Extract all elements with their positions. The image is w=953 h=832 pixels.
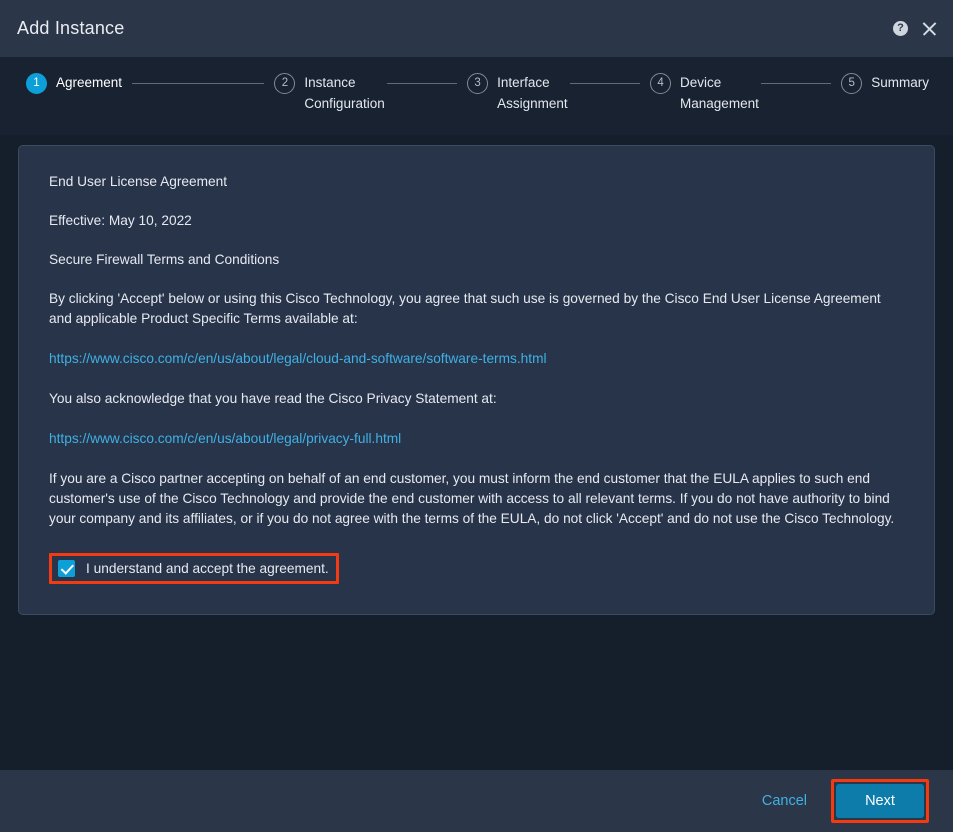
eula-heading: End User License Agreement [49, 174, 228, 189]
next-button[interactable]: Next [836, 784, 924, 818]
dialog-header: Add Instance ? [0, 0, 953, 57]
eula-effective-date: Effective: May 10, 2022 [49, 213, 192, 228]
step-agreement[interactable]: 1 Agreement [26, 72, 122, 94]
dialog-title: Add Instance [17, 18, 125, 38]
wizard-stepper: 1 Agreement 2 Instance Configuration 3 I… [0, 57, 953, 135]
eula-paragraph-3: If you are a Cisco partner accepting on … [49, 471, 895, 526]
step-connector-3 [569, 83, 641, 84]
eula-paragraph-1: By clicking 'Accept' below or using this… [49, 291, 881, 326]
header-actions: ? [893, 0, 939, 57]
next-button-highlight: Next [831, 779, 929, 823]
step-label-summary: Summary [871, 75, 929, 90]
step-label-instance-configuration: Instance Configuration [304, 75, 385, 111]
step-connector-1 [132, 83, 265, 84]
step-summary[interactable]: 5 Summary [841, 72, 929, 94]
step-label-interface-assignment: Interface Assignment [497, 75, 568, 111]
step-instance-configuration[interactable]: 2 Instance Configuration [274, 72, 385, 114]
step-number-5[interactable]: 5 [841, 73, 863, 94]
step-label-device-management: Device Management [680, 75, 759, 111]
step-connector-4 [760, 83, 832, 84]
step-label-agreement: Agreement [56, 75, 123, 90]
cancel-button[interactable]: Cancel [754, 787, 815, 815]
step-connector-2 [386, 83, 458, 84]
step-device-management[interactable]: 4 Device Management [650, 72, 759, 114]
add-instance-dialog: Add Instance ? 1 Agreement 2 Instance Co… [0, 0, 953, 832]
dialog-body: End User License Agreement Effective: Ma… [0, 135, 953, 770]
step-number-2[interactable]: 2 [274, 73, 296, 94]
accept-agreement-checkbox[interactable] [58, 560, 75, 577]
accept-agreement-label[interactable]: I understand and accept the agreement. [86, 561, 329, 576]
step-interface-assignment[interactable]: 3 Interface Assignment [467, 72, 568, 114]
software-terms-link[interactable]: https://www.cisco.com/c/en/us/about/lega… [49, 349, 547, 369]
step-number-4[interactable]: 4 [650, 73, 672, 94]
accept-agreement-row[interactable]: I understand and accept the agreement. [49, 553, 339, 584]
eula-paragraph-2: You also acknowledge that you have read … [49, 391, 497, 406]
step-number-1[interactable]: 1 [26, 73, 47, 94]
privacy-statement-link[interactable]: https://www.cisco.com/c/en/us/about/lega… [49, 429, 401, 449]
eula-terms-title: Secure Firewall Terms and Conditions [49, 252, 280, 267]
step-number-3[interactable]: 3 [467, 73, 489, 94]
help-circle-icon[interactable]: ? [893, 21, 908, 36]
close-icon[interactable] [919, 19, 939, 39]
eula-card: End User License Agreement Effective: Ma… [18, 145, 935, 615]
dialog-footer: Cancel Next [0, 770, 953, 832]
